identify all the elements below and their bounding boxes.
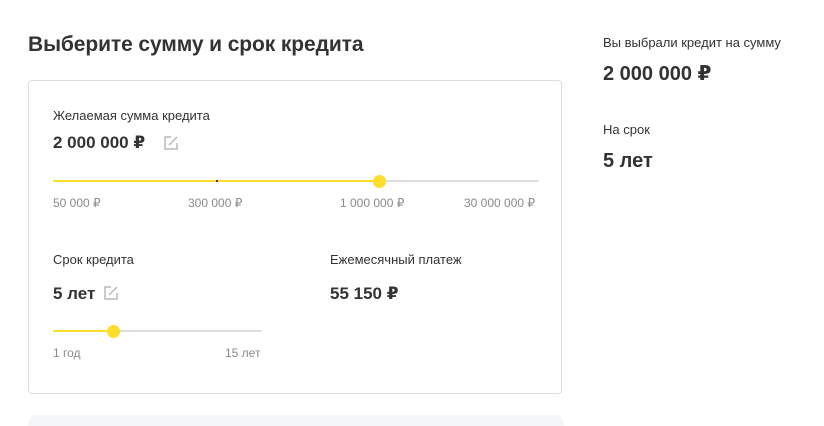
page-title: Выберите сумму и срок кредита	[28, 33, 364, 56]
amount-value: 2 000 000 ₽	[53, 133, 146, 152]
term-tick: 1 год	[53, 346, 81, 360]
amount-tick: 300 000 ₽	[188, 196, 243, 210]
term-label: Срок кредита	[53, 252, 134, 267]
calculator-card: Желаемая сумма кредита 2 000 000 ₽ 50 00…	[28, 80, 562, 394]
edit-icon[interactable]	[103, 285, 119, 301]
payment-label: Ежемесячный платеж	[330, 252, 462, 267]
amount-label: Желаемая сумма кредита	[53, 108, 210, 123]
term-value: 5 лет	[53, 284, 96, 303]
credit-calculator-page: Выберите сумму и срок кредита Желаемая с…	[0, 0, 824, 426]
amount-tick: 30 000 000 ₽	[464, 196, 536, 210]
summary-term-label: На срок	[603, 122, 650, 137]
amount-tick: 1 000 000 ₽	[340, 196, 405, 210]
summary-term-value: 5 лет	[603, 150, 653, 172]
summary-amount-label: Вы выбрали кредит на сумму	[603, 35, 781, 50]
term-tick: 15 лет	[225, 346, 261, 360]
summary-amount-value: 2 000 000 ₽	[603, 63, 712, 85]
amount-slider[interactable]	[53, 175, 539, 188]
term-slider-fill	[53, 330, 114, 332]
amount-slider-thumb[interactable]	[373, 175, 387, 188]
term-slider[interactable]	[53, 325, 262, 338]
secondary-card	[28, 415, 564, 426]
payment-value: 55 150 ₽	[330, 284, 399, 303]
amount-tick: 50 000 ₽	[53, 196, 101, 210]
edit-icon[interactable]	[163, 135, 179, 151]
amount-slider-notch	[216, 180, 218, 182]
term-slider-thumb[interactable]	[107, 325, 121, 338]
